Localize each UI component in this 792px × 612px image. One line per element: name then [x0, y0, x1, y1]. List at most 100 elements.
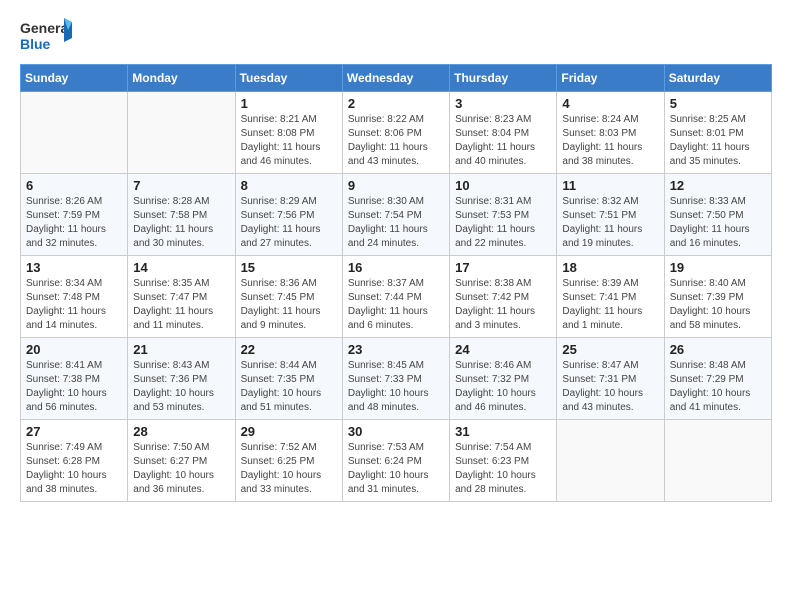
day-info: Sunrise: 8:21 AM Sunset: 8:08 PM Dayligh… — [241, 113, 337, 169]
day-number: 20 — [26, 342, 122, 357]
day-number: 5 — [670, 96, 766, 111]
logo-svg: General Blue — [20, 16, 75, 56]
col-header-sunday: Sunday — [21, 65, 128, 92]
day-info: Sunrise: 8:48 AM Sunset: 7:29 PM Dayligh… — [670, 359, 766, 415]
calendar-cell — [664, 420, 771, 502]
calendar-cell — [128, 92, 235, 174]
day-number: 3 — [455, 96, 551, 111]
calendar-cell: 1Sunrise: 8:21 AM Sunset: 8:08 PM Daylig… — [235, 92, 342, 174]
header: General Blue — [20, 16, 772, 56]
day-number: 4 — [562, 96, 658, 111]
calendar-cell: 19 Sunrise: 8:40 AM Sunset: 7:39 PM Dayli… — [664, 256, 771, 338]
day-number: 8 — [241, 178, 337, 193]
calendar-cell: 28 Sunrise: 7:50 AM Sunset: 6:27 PM Dayli… — [128, 420, 235, 502]
day-number: 6 — [26, 178, 122, 193]
day-info: Sunrise: 8:30 AM Sunset: 7:54 PM Dayligh… — [348, 195, 444, 251]
calendar-cell: 31 Sunrise: 7:54 AM Sunset: 6:23 PM Dayli… — [450, 420, 557, 502]
calendar-cell: 9 Sunrise: 8:30 AM Sunset: 7:54 PM Daylig… — [342, 174, 449, 256]
svg-text:Blue: Blue — [20, 36, 51, 52]
day-info: Sunrise: 8:43 AM Sunset: 7:36 PM Dayligh… — [133, 359, 229, 415]
day-number: 26 — [670, 342, 766, 357]
calendar-cell: 7 Sunrise: 8:28 AM Sunset: 7:58 PM Daylig… — [128, 174, 235, 256]
calendar-cell: 2 Sunrise: 8:22 AM Sunset: 8:06 PM Daylig… — [342, 92, 449, 174]
col-header-tuesday: Tuesday — [235, 65, 342, 92]
calendar-cell: 5 Sunrise: 8:25 AM Sunset: 8:01 PM Daylig… — [664, 92, 771, 174]
day-info: Sunrise: 8:46 AM Sunset: 7:32 PM Dayligh… — [455, 359, 551, 415]
day-info: Sunrise: 8:28 AM Sunset: 7:58 PM Dayligh… — [133, 195, 229, 251]
day-number: 22 — [241, 342, 337, 357]
day-info: Sunrise: 8:31 AM Sunset: 7:53 PM Dayligh… — [455, 195, 551, 251]
week-row-5: 27Sunrise: 7:49 AM Sunset: 6:28 PM Dayli… — [21, 420, 772, 502]
calendar-cell: 13Sunrise: 8:34 AM Sunset: 7:48 PM Dayli… — [21, 256, 128, 338]
day-number: 2 — [348, 96, 444, 111]
day-number: 9 — [348, 178, 444, 193]
day-info: Sunrise: 8:29 AM Sunset: 7:56 PM Dayligh… — [241, 195, 337, 251]
calendar-cell: 18 Sunrise: 8:39 AM Sunset: 7:41 PM Dayli… — [557, 256, 664, 338]
day-info: Sunrise: 8:39 AM Sunset: 7:41 PM Dayligh… — [562, 277, 658, 333]
day-number: 31 — [455, 424, 551, 439]
logo: General Blue — [20, 16, 75, 56]
day-number: 28 — [133, 424, 229, 439]
calendar-cell — [557, 420, 664, 502]
calendar-cell: 14 Sunrise: 8:35 AM Sunset: 7:47 PM Dayli… — [128, 256, 235, 338]
day-number: 7 — [133, 178, 229, 193]
calendar-cell: 12 Sunrise: 8:33 AM Sunset: 7:50 PM Dayli… — [664, 174, 771, 256]
day-info: Sunrise: 7:53 AM Sunset: 6:24 PM Dayligh… — [348, 441, 444, 497]
day-number: 14 — [133, 260, 229, 275]
day-info: Sunrise: 8:32 AM Sunset: 7:51 PM Dayligh… — [562, 195, 658, 251]
col-header-friday: Friday — [557, 65, 664, 92]
calendar-cell: 3Sunrise: 8:23 AM Sunset: 8:04 PM Daylig… — [450, 92, 557, 174]
calendar-cell: 24Sunrise: 8:46 AM Sunset: 7:32 PM Dayli… — [450, 338, 557, 420]
col-header-wednesday: Wednesday — [342, 65, 449, 92]
calendar-cell: 8 Sunrise: 8:29 AM Sunset: 7:56 PM Daylig… — [235, 174, 342, 256]
calendar-cell: 23Sunrise: 8:45 AM Sunset: 7:33 PM Dayli… — [342, 338, 449, 420]
day-info: Sunrise: 8:40 AM Sunset: 7:39 PM Dayligh… — [670, 277, 766, 333]
col-header-thursday: Thursday — [450, 65, 557, 92]
day-number: 30 — [348, 424, 444, 439]
day-info: Sunrise: 7:50 AM Sunset: 6:27 PM Dayligh… — [133, 441, 229, 497]
calendar-cell: 30 Sunrise: 7:53 AM Sunset: 6:24 PM Dayli… — [342, 420, 449, 502]
calendar-cell: 15Sunrise: 8:36 AM Sunset: 7:45 PM Dayli… — [235, 256, 342, 338]
calendar: SundayMondayTuesdayWednesdayThursdayFrid… — [20, 64, 772, 502]
calendar-cell: 22 Sunrise: 8:44 AM Sunset: 7:35 PM Dayli… — [235, 338, 342, 420]
day-info: Sunrise: 8:35 AM Sunset: 7:47 PM Dayligh… — [133, 277, 229, 333]
day-info: Sunrise: 8:45 AM Sunset: 7:33 PM Dayligh… — [348, 359, 444, 415]
day-info: Sunrise: 8:37 AM Sunset: 7:44 PM Dayligh… — [348, 277, 444, 333]
day-info: Sunrise: 8:25 AM Sunset: 8:01 PM Dayligh… — [670, 113, 766, 169]
week-row-1: 1Sunrise: 8:21 AM Sunset: 8:08 PM Daylig… — [21, 92, 772, 174]
day-number: 15 — [241, 260, 337, 275]
calendar-cell: 20 Sunrise: 8:41 AM Sunset: 7:38 PM Dayli… — [21, 338, 128, 420]
day-info: Sunrise: 8:24 AM Sunset: 8:03 PM Dayligh… — [562, 113, 658, 169]
day-number: 11 — [562, 178, 658, 193]
day-number: 16 — [348, 260, 444, 275]
day-info: Sunrise: 8:44 AM Sunset: 7:35 PM Dayligh… — [241, 359, 337, 415]
page: General Blue SundayMondayTuesdayWednesda… — [0, 0, 792, 518]
day-number: 18 — [562, 260, 658, 275]
week-row-4: 20 Sunrise: 8:41 AM Sunset: 7:38 PM Dayli… — [21, 338, 772, 420]
calendar-cell: 21Sunrise: 8:43 AM Sunset: 7:36 PM Dayli… — [128, 338, 235, 420]
week-row-2: 6 Sunrise: 8:26 AM Sunset: 7:59 PM Daylig… — [21, 174, 772, 256]
day-number: 17 — [455, 260, 551, 275]
calendar-cell: 11 Sunrise: 8:32 AM Sunset: 7:51 PM Dayli… — [557, 174, 664, 256]
day-number: 25 — [562, 342, 658, 357]
day-info: Sunrise: 8:22 AM Sunset: 8:06 PM Dayligh… — [348, 113, 444, 169]
col-header-monday: Monday — [128, 65, 235, 92]
calendar-cell: 17Sunrise: 8:38 AM Sunset: 7:42 PM Dayli… — [450, 256, 557, 338]
day-info: Sunrise: 7:54 AM Sunset: 6:23 PM Dayligh… — [455, 441, 551, 497]
day-info: Sunrise: 8:34 AM Sunset: 7:48 PM Dayligh… — [26, 277, 122, 333]
day-number: 10 — [455, 178, 551, 193]
day-number: 12 — [670, 178, 766, 193]
calendar-cell: 16 Sunrise: 8:37 AM Sunset: 7:44 PM Dayli… — [342, 256, 449, 338]
day-number: 29 — [241, 424, 337, 439]
week-row-3: 13Sunrise: 8:34 AM Sunset: 7:48 PM Dayli… — [21, 256, 772, 338]
calendar-cell: 27Sunrise: 7:49 AM Sunset: 6:28 PM Dayli… — [21, 420, 128, 502]
day-info: Sunrise: 7:49 AM Sunset: 6:28 PM Dayligh… — [26, 441, 122, 497]
day-info: Sunrise: 8:47 AM Sunset: 7:31 PM Dayligh… — [562, 359, 658, 415]
day-info: Sunrise: 8:33 AM Sunset: 7:50 PM Dayligh… — [670, 195, 766, 251]
day-info: Sunrise: 8:26 AM Sunset: 7:59 PM Dayligh… — [26, 195, 122, 251]
day-info: Sunrise: 8:41 AM Sunset: 7:38 PM Dayligh… — [26, 359, 122, 415]
calendar-cell — [21, 92, 128, 174]
day-number: 19 — [670, 260, 766, 275]
calendar-cell: 10 Sunrise: 8:31 AM Sunset: 7:53 PM Dayli… — [450, 174, 557, 256]
day-info: Sunrise: 7:52 AM Sunset: 6:25 PM Dayligh… — [241, 441, 337, 497]
